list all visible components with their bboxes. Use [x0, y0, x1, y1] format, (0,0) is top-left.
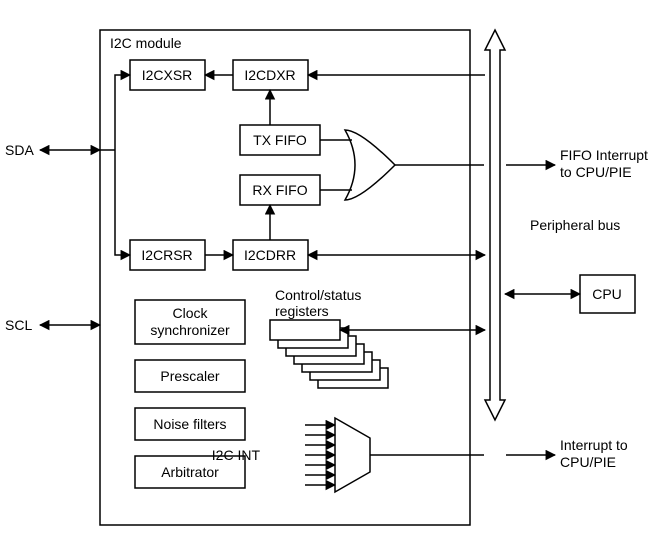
clock-sync-l2: synchronizer: [150, 322, 230, 338]
peripheral-bus: [485, 30, 505, 420]
module-title: I2C module: [110, 35, 182, 51]
clock-sync-l1: Clock: [172, 305, 208, 321]
ctrl-reg-l1: Control/status: [275, 287, 361, 303]
ctrl-reg-l2: registers: [275, 303, 329, 319]
bus-label: Peripheral bus: [530, 217, 620, 233]
prescaler-label: Prescaler: [160, 368, 219, 384]
i2c-module-frame: [100, 30, 470, 525]
i2c-int-label: I2C INT: [212, 447, 261, 463]
tx-fifo-label: TX FIFO: [253, 132, 307, 148]
i2cxsr-label: I2CXSR: [142, 67, 193, 83]
i2crsr-label: I2CRSR: [141, 247, 192, 263]
i2cdrr-label: I2CDRR: [244, 247, 296, 263]
scl-label: SCL: [5, 317, 32, 333]
noise-label: Noise filters: [153, 416, 226, 432]
fifo-int-l2: to CPU/PIE: [560, 164, 632, 180]
arbitrator-label: Arbitrator: [161, 464, 219, 480]
rx-fifo-label: RX FIFO: [252, 182, 307, 198]
int-l1: Interrupt to: [560, 437, 628, 453]
sda-label: SDA: [5, 142, 34, 158]
i2cdxr-label: I2CDXR: [244, 67, 295, 83]
cpu-label: CPU: [592, 286, 622, 302]
fifo-int-l1: FIFO Interrupt: [560, 147, 648, 163]
int-l2: CPU/PIE: [560, 454, 616, 470]
